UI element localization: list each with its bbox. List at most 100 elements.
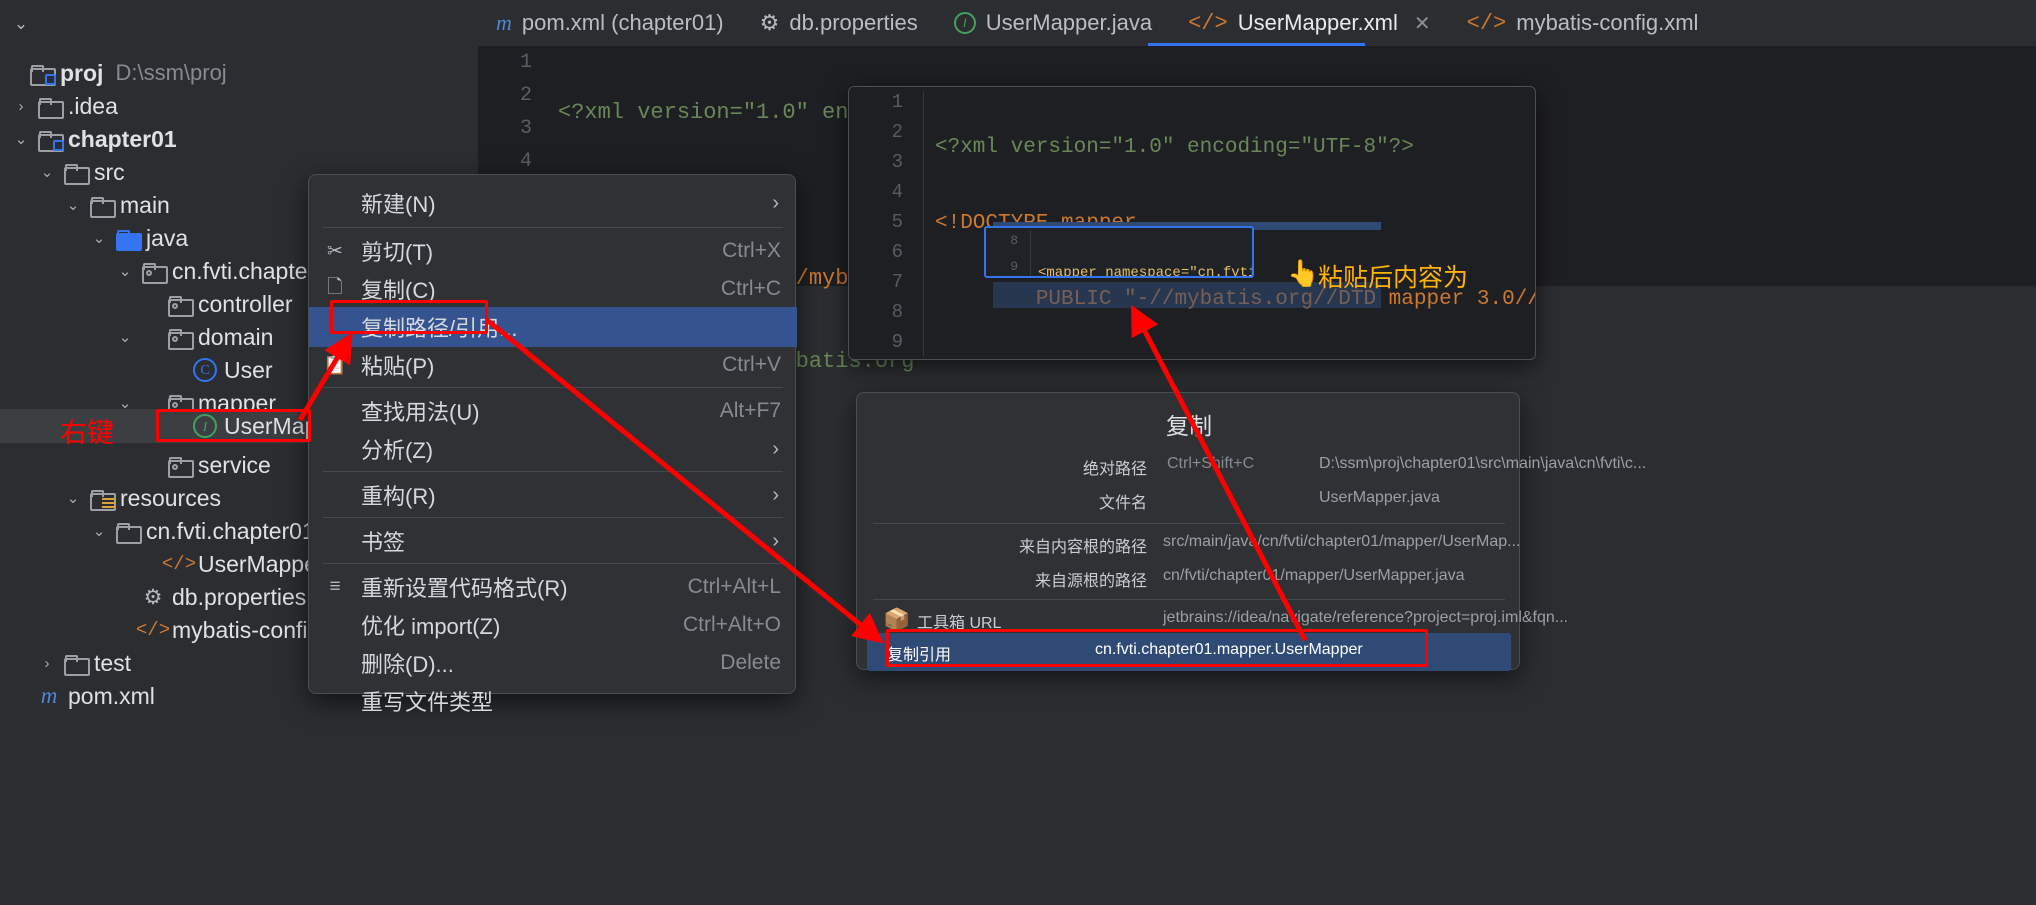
code-line: <mapper namespace="cn.fvti.chapter01.map… — [1038, 265, 1254, 278]
menu-label: 分析(Z) — [361, 438, 434, 463]
folder-icon — [34, 97, 64, 119]
tree-label-test: test — [94, 649, 132, 676]
copy-row-value-source-root-path: cn/fvti/chapter01/mapper/UserMapper.java — [1163, 567, 1465, 584]
copy-row-value-absolute-path: D:\ssm\proj\chapter01\src\main\java\cn\f… — [1319, 455, 1647, 472]
divider — [323, 387, 783, 388]
scissors-icon: ✂ — [327, 240, 343, 262]
tree-label-java: java — [146, 224, 189, 251]
divider — [323, 471, 783, 472]
gear-icon: ⚙ — [759, 10, 780, 35]
tab-label: db.properties — [789, 10, 918, 35]
menu-item-find-usages[interactable]: 查找用法(U) Alt+F7 — [309, 391, 797, 431]
tab-label: UserMapper.java — [985, 10, 1153, 35]
xml-file-icon: </> — [161, 553, 197, 575]
tab-label: UserMapper.xml — [1237, 10, 1398, 35]
menu-label: 复制路径/引用... — [361, 316, 518, 341]
module-folder-icon — [34, 130, 64, 152]
line-number: 8 — [891, 301, 903, 323]
xml-file-icon: </> — [135, 619, 171, 641]
tab-usermapper-java[interactable]: I UserMapper.java — [936, 0, 1170, 46]
annotation-paste-result: 粘贴后内容为 — [1318, 264, 1469, 292]
menu-label: 粘贴(P) — [361, 354, 435, 379]
copy-row-value-file-name: UserMapper.java — [1319, 489, 1440, 506]
tab-usermapper-xml[interactable]: </> UserMapper.xml ✕ — [1170, 0, 1449, 46]
menu-item-delete[interactable]: 删除(D)... Delete — [309, 643, 797, 683]
tree-label-user: User — [224, 356, 273, 383]
close-icon[interactable]: ✕ — [1414, 11, 1431, 36]
copy-row-value-content-root-path: src/main/java/cn/fvti/chapter01/mapper/U… — [1163, 533, 1521, 550]
menu-accelerator: Ctrl+Alt+O — [682, 613, 781, 636]
paste-icon: 📋 — [323, 355, 347, 376]
tree-root-path: D:\ssm\proj — [115, 60, 227, 85]
copy-row-label-copy-reference: 复制引用 — [887, 647, 952, 664]
menu-label: 重写文件类型 — [361, 690, 494, 715]
divider — [873, 523, 1505, 524]
menu-item-copy[interactable]: 🗋 复制(C) Ctrl+C — [309, 269, 797, 309]
menu-accelerator: Alt+F7 — [719, 399, 781, 422]
menu-item-optimize-imports[interactable]: 优化 import(Z) Ctrl+Alt+O — [309, 605, 797, 645]
copy-reference-dialog[interactable]: 复制 绝对路径 Ctrl+Shift+C D:\ssm\proj\chapter… — [856, 392, 1646, 671]
paste-preview-popup: 8 9 <mapper namespace="cn.fvti.chapter01… — [984, 226, 1254, 278]
menu-item-refactor[interactable]: 重构(R) › — [309, 475, 797, 515]
divider — [873, 599, 1505, 600]
tree-label-service: service — [198, 451, 271, 478]
gutter-divider — [1030, 230, 1031, 276]
line-number: 6 — [891, 241, 903, 263]
popup-gutter: 1 2 3 4 5 6 7 8 9 — [849, 87, 917, 359]
menu-item-reformat-code[interactable]: ≡ 重新设置代码格式(R) Ctrl+Alt+L — [309, 567, 797, 607]
menu-accelerator: Delete — [720, 651, 781, 674]
menu-item-analyze[interactable]: 分析(Z) › — [309, 429, 797, 469]
folder-icon — [112, 522, 142, 544]
package-icon — [138, 262, 168, 284]
tree-label-db-properties: db.properties — [172, 583, 307, 610]
line-number: 7 — [891, 271, 903, 293]
divider — [323, 517, 783, 518]
menu-item-new[interactable]: 新建(N) › — [309, 183, 797, 223]
interface-icon: I — [953, 12, 976, 34]
menu-accelerator: Ctrl+X — [722, 239, 781, 262]
menu-label: 查找用法(U) — [361, 400, 480, 425]
tab-db-properties[interactable]: ⚙ db.properties — [742, 0, 936, 46]
context-menu[interactable]: 新建(N) › ✂ 剪切(T) Ctrl+X 🗋 复制(C) Ctrl+C 复制… — [308, 174, 797, 715]
maven-file-icon: m — [40, 683, 58, 708]
xml-file-icon: </> — [1466, 10, 1507, 36]
menu-item-copy-path-reference[interactable]: 复制路径/引用... — [309, 307, 797, 347]
package-icon — [164, 328, 194, 350]
menu-item-paste[interactable]: 📋 粘贴(P) Ctrl+V — [309, 345, 797, 385]
line-number: 3 — [891, 151, 903, 173]
maven-file-icon: m — [496, 10, 512, 35]
copy-row-label-content-root-path: 来自内容根的路径 — [1018, 539, 1147, 556]
tree-label-main: main — [120, 191, 170, 218]
copy-row-label-file-name: 文件名 — [1098, 495, 1147, 512]
menu-label: 剪切(T) — [361, 240, 434, 265]
tab-pom-xml[interactable]: m pom.xml (chapter01) — [478, 0, 742, 46]
copy-dialog-title: 复制 — [1166, 413, 1212, 439]
menu-item-override-file-type[interactable]: 重写文件类型 — [309, 681, 797, 721]
folder-icon — [86, 196, 116, 218]
menu-accelerator: Ctrl+Alt+L — [687, 575, 781, 598]
tree-label-domain: domain — [198, 323, 274, 350]
tree-label-pom-xml: pom.xml — [68, 682, 155, 709]
line-number: 8 — [1010, 233, 1018, 248]
tree-label-chapter01: chapter01 — [68, 125, 177, 152]
class-icon: C — [190, 358, 220, 382]
paste-popup-gutter: 8 9 — [986, 228, 1024, 276]
chevron-right-icon: › — [772, 437, 779, 460]
tree-label-idea: .idea — [68, 92, 118, 119]
resources-folder-icon — [86, 489, 116, 511]
collapse-chevron-icon[interactable]: ⌄ — [6, 12, 36, 36]
copy-row-accel-absolute-path: Ctrl+Shift+C — [1167, 455, 1255, 472]
menu-item-cut[interactable]: ✂ 剪切(T) Ctrl+X — [309, 231, 797, 271]
menu-item-bookmarks[interactable]: 书签 › — [309, 521, 797, 561]
menu-label: 重新设置代码格式(R) — [361, 576, 568, 601]
code-line: <?xml version="1.0" encoding="UTF-8"?> — [935, 136, 1414, 159]
tree-label-controller: controller — [198, 290, 293, 317]
tab-mybatis-config-xml[interactable]: </> mybatis-config.xml — [1449, 0, 1717, 46]
copy-row-value-copy-reference: cn.fvti.chapter01.mapper.UserMapper — [1095, 641, 1363, 658]
tab-label: pom.xml (chapter01) — [521, 10, 724, 35]
menu-label: 复制(C) — [361, 278, 436, 303]
toolbox-icon: 📦 — [883, 607, 911, 632]
code-preview-popup[interactable]: 1 2 3 4 5 6 7 8 9 <?xml version="1.0" en… — [848, 86, 1536, 360]
properties-file-icon: ⚙ — [143, 585, 163, 609]
folder-icon — [60, 163, 90, 185]
